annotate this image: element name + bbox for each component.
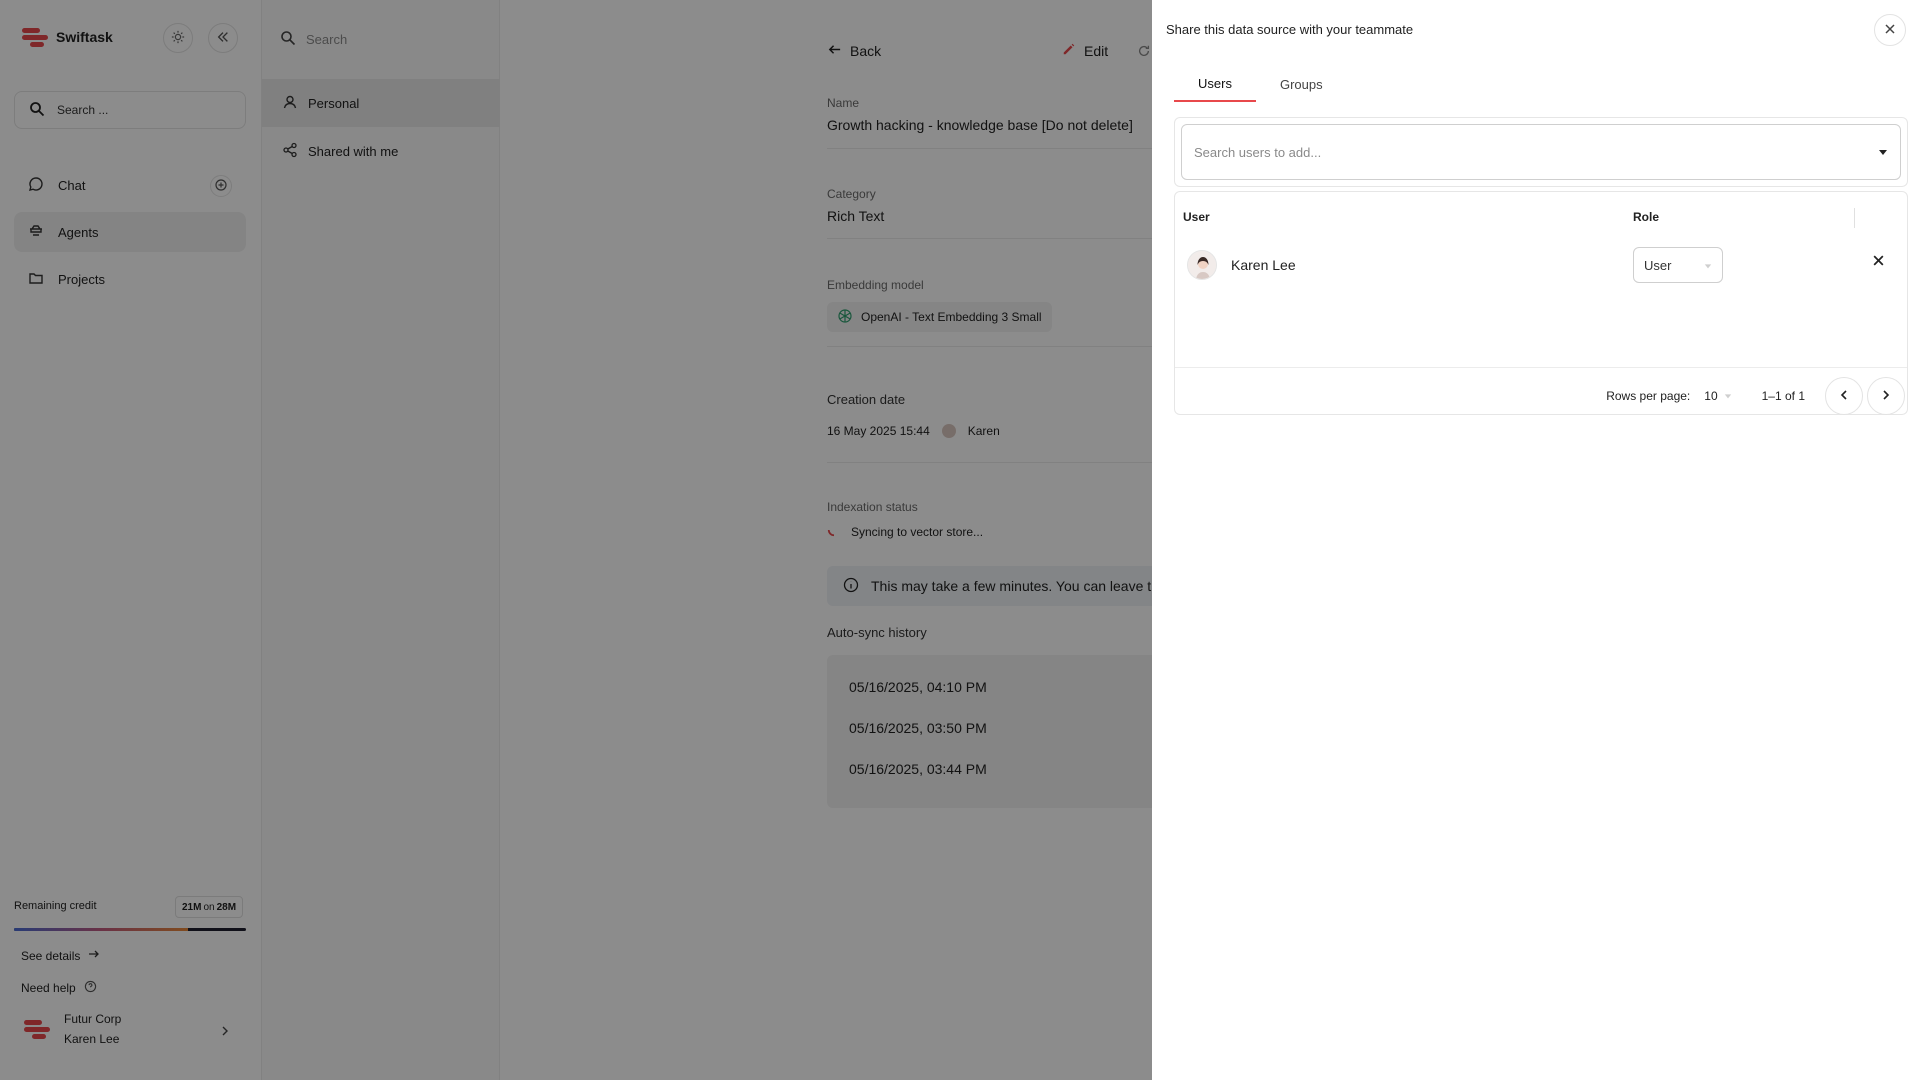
drawer-title: Share this data source with your teammat… xyxy=(1166,22,1414,37)
table-pagination: Rows per page: 10 1–1 of 1 xyxy=(1175,376,1907,416)
rows-per-page-value: 10 xyxy=(1704,389,1718,403)
caret-down-icon xyxy=(1724,389,1732,403)
remove-user-button[interactable] xyxy=(1872,254,1885,270)
role-select[interactable]: User xyxy=(1633,247,1723,283)
rows-per-page-select[interactable]: 10 xyxy=(1704,389,1731,403)
tab-users[interactable]: Users xyxy=(1174,66,1256,102)
column-header-user: User xyxy=(1183,210,1210,224)
user-search-placeholder: Search users to add... xyxy=(1194,144,1322,160)
user-search-container: Search users to add... xyxy=(1174,117,1908,187)
close-icon xyxy=(1884,23,1896,38)
users-table: User Role Karen Lee User Rows per page: … xyxy=(1174,191,1908,415)
previous-page-button[interactable] xyxy=(1825,377,1863,415)
avatar xyxy=(1187,250,1217,280)
column-separator xyxy=(1854,208,1855,228)
share-tabs: Users Groups xyxy=(1174,66,1347,102)
user-cell: Karen Lee xyxy=(1187,250,1296,280)
chevron-left-icon xyxy=(1839,389,1849,403)
user-search-input[interactable]: Search users to add... xyxy=(1181,124,1901,180)
tab-groups[interactable]: Groups xyxy=(1256,66,1347,102)
pagination-range: 1–1 of 1 xyxy=(1761,389,1805,403)
share-drawer: Share this data source with your teammat… xyxy=(1152,0,1920,1080)
close-drawer-button[interactable] xyxy=(1874,14,1906,46)
user-name: Karen Lee xyxy=(1231,257,1296,273)
modal-backdrop[interactable] xyxy=(0,0,1152,1080)
role-value: User xyxy=(1644,257,1672,273)
next-page-button[interactable] xyxy=(1867,377,1905,415)
chevron-right-icon xyxy=(1881,389,1891,403)
close-icon xyxy=(1872,255,1885,270)
rows-per-page-label: Rows per page: xyxy=(1606,389,1691,403)
column-header-role: Role xyxy=(1633,210,1660,224)
caret-down-icon xyxy=(1704,258,1712,273)
caret-down-icon[interactable] xyxy=(1878,145,1888,160)
divider xyxy=(1175,367,1907,368)
